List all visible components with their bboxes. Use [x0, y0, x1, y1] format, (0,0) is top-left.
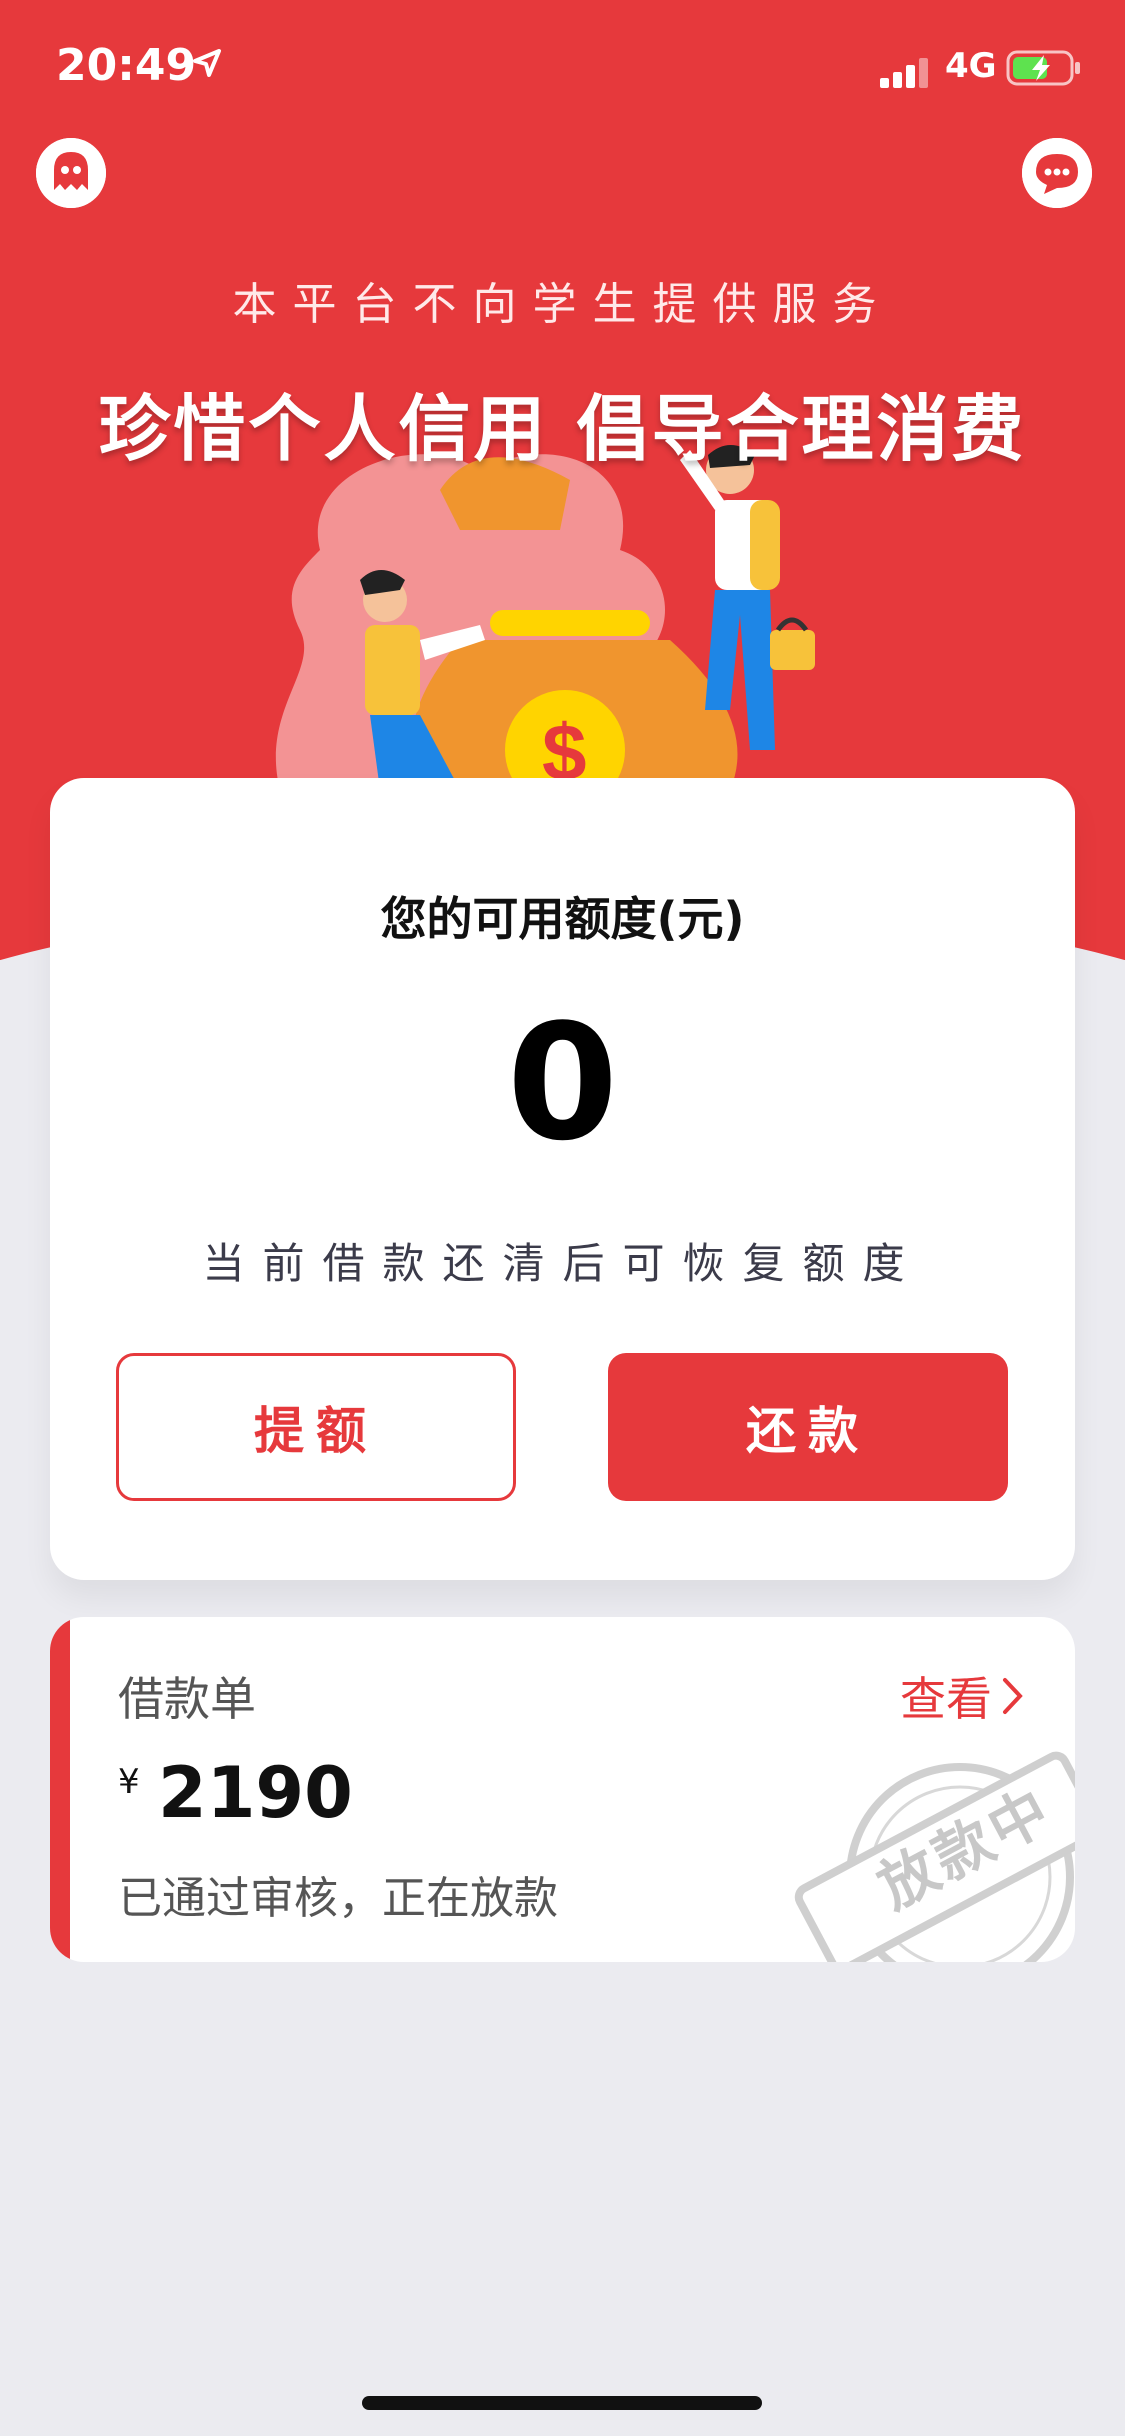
chevron-right-icon [1003, 1678, 1023, 1714]
location-arrow-icon [193, 49, 221, 77]
repay-button[interactable]: 还款 [608, 1353, 1008, 1501]
credit-limit-title: 您的可用额度(元) [380, 892, 745, 946]
loan-status: 已通过审核，正在放款 [118, 1873, 558, 1924]
loan-currency: ¥ [118, 1762, 140, 1802]
network-type: 4G [945, 46, 997, 86]
chat-button[interactable] [1022, 138, 1092, 208]
signal-icon [880, 58, 928, 88]
credit-limit-amount: 0 [506, 989, 619, 1176]
money-bag-illustration: $ [275, 445, 815, 790]
loan-order-label: 借款单 [118, 1672, 256, 1726]
status-time: 20:49 [56, 40, 197, 91]
avatar-button[interactable] [36, 138, 106, 208]
chat-icon [1022, 138, 1092, 208]
loan-accent-bar [50, 1617, 70, 1962]
page-headline: 珍惜个人信用 倡导合理消费 [98, 387, 1027, 471]
battery-charging-icon [1006, 50, 1080, 86]
home-indicator[interactable] [362, 2396, 762, 2410]
raise-limit-button[interactable]: 提额 [116, 1353, 516, 1501]
loan-amount: 2190 [158, 1752, 353, 1834]
loan-order-card[interactable]: 借款单 查看 ¥ 2190 已通过审核，正在放款 放款中 [50, 1617, 1075, 1962]
credit-limit-note: 当前借款还清后可恢复额度 [202, 1239, 923, 1288]
page-subtitle: 本平台不向学生提供服务 [232, 279, 893, 330]
credit-limit-card: 您的可用额度(元) 0 当前借款还清后可恢复额度 提额 还款 [50, 778, 1075, 1580]
avatar-icon [36, 138, 106, 208]
